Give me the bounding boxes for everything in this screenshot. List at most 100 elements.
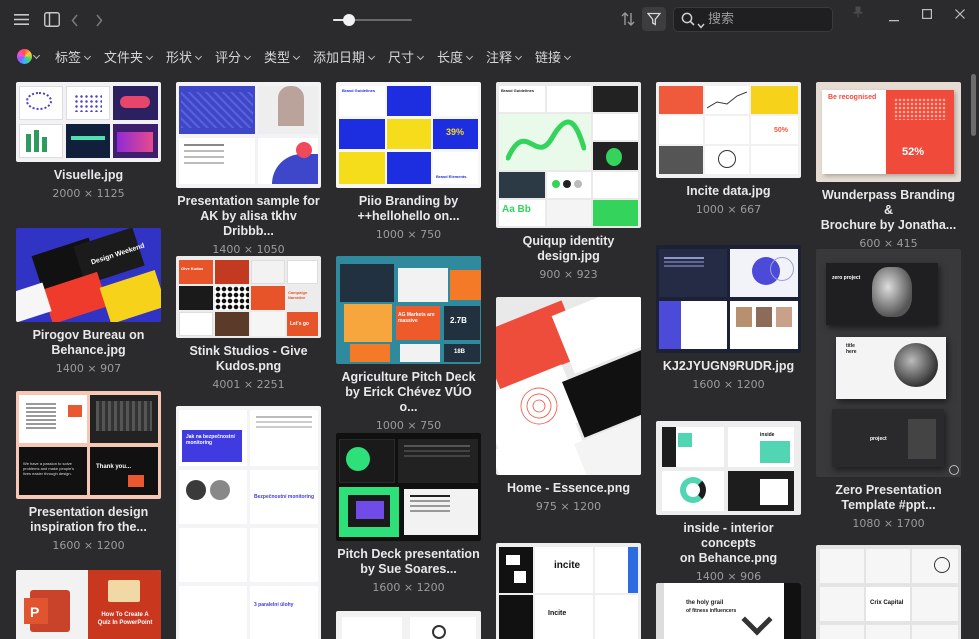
grid-item[interactable]: Design Weekend Pirogov Bureau on Behance.… [16,228,161,375]
pin-icon[interactable] [853,6,863,21]
grid-item[interactable] [336,611,481,639]
grid-item[interactable]: Pitch Deck presentation by Sue Soares... … [336,433,481,594]
grid-item[interactable]: inside inside - interior concepts on Beha… [656,421,801,583]
thumb-text: Brand Guidelines [342,88,376,93]
item-name: Visuelle.jpg [53,168,124,182]
thumb-text: incite [554,560,581,571]
grid-item[interactable]: P How To Create A Quiz In PowerPoint [16,570,161,639]
thumbnail: zero project title here project [816,249,961,477]
toolbar [0,0,979,40]
thumbnail: Crix Capital [816,545,961,639]
item-dimensions: 1600 × 1200 [52,539,125,552]
image-grid: Visuelle.jpg 2000 × 1125 Design Weekend … [0,70,967,639]
item-dimensions: 1400 × 1050 [212,243,285,256]
thumb-text: 3 paralelní úlohy [254,602,294,608]
filter-shape[interactable]: 形状 [166,47,203,66]
item-dimensions: 975 × 1200 [535,500,602,513]
hamburger-icon[interactable] [14,11,29,31]
maximize-icon[interactable] [922,7,933,22]
grid-item[interactable]: Crix Capital [816,545,961,639]
thumb-text: project [870,436,887,442]
filter-bar: 标签 文件夹 形状 评分 类型 添加日期 尺寸 长度 注释 链接 [0,43,979,69]
chevron-down-icon [83,52,92,61]
thumb-text: Incite [548,610,567,617]
zoom-slider[interactable] [333,14,412,26]
grid-item[interactable]: We have a passion to solve problems and … [16,391,161,552]
grid-item[interactable]: 50% Incite data.jpg 1000 × 667 [656,82,801,216]
filter-type[interactable]: 类型 [264,47,301,66]
chevron-left-icon[interactable] [71,12,79,32]
filter-label: 添加日期 [313,51,366,66]
grid-item[interactable]: KJ2JYUGN9RUDR.jpg 1600 × 1200 [656,245,801,391]
grid-item[interactable]: Brand Guidelines 39% Brand Elements Piio… [336,82,481,241]
search-options-chevron-icon[interactable] [697,16,705,34]
filter-label: 评分 [215,51,242,66]
thumb-text: Be recognised [828,94,877,101]
filter-button[interactable] [642,7,666,31]
grid-item[interactable]: Jak na bezpečnostní monitoring Bezpečnos… [176,406,321,639]
search-input[interactable] [708,11,826,28]
filter-rating[interactable]: 评分 [215,47,252,66]
grid-item[interactable]: zero project title here project Zero Pre… [816,249,961,530]
thumbnail: inside [656,421,801,515]
item-dimensions: 1400 × 907 [55,362,122,375]
filter-folder[interactable]: 文件夹 [104,47,154,66]
zoom-icon[interactable] [949,465,959,475]
grid-item[interactable]: Give Kudos Campaign Narrative Let's go S… [176,256,321,391]
thumbnail: We have a passion to solve problems and … [16,391,161,499]
grid-item[interactable]: incite Incite [496,543,641,639]
thumb-text: Brand Elements [436,174,467,179]
filter-size[interactable]: 尺寸 [388,47,425,66]
grid-item[interactable]: Visuelle.jpg 2000 × 1125 [16,82,161,200]
chevron-down-icon[interactable] [32,51,41,60]
search-box[interactable] [673,7,833,32]
filter-link[interactable]: 链接 [535,47,572,66]
filter-notes[interactable]: 注释 [486,47,523,66]
thumbnail: the holy grail of fitness influencers [656,583,801,639]
thumb-text: How To Create A [101,612,149,618]
thumb-text: Brand Guidelines [501,88,535,93]
thumbnail [16,82,161,162]
item-name: Pitch Deck presentation by Sue Soares... [337,547,480,576]
grid-item[interactable]: Brand Guidelines Aa Bb Quiqup identity de… [496,82,641,281]
chevron-down-icon [563,52,572,61]
item-name: Agriculture Pitch Deck by Erick Chévez VÚ… [341,370,476,414]
thumb-text: Give Kudos [181,266,204,271]
sort-icon[interactable] [621,11,635,32]
thumb-text: Crix Capital [870,600,904,606]
close-icon[interactable] [955,7,965,22]
item-dimensions: 2000 × 1125 [52,187,125,200]
thumbnail: incite Incite [496,543,641,639]
chevron-down-icon [194,52,203,61]
filter-length[interactable]: 长度 [437,47,474,66]
thumbnail: Jak na bezpečnostní monitoring Bezpečnos… [176,406,321,639]
thumb-text: Let's go [290,321,309,327]
zoom-slider-handle[interactable] [342,14,355,26]
search-icon [681,12,695,31]
thumb-text: title here [846,343,857,355]
filter-tags[interactable]: 标签 [55,47,92,66]
thumb-text: We have a passion to solve problems and … [23,461,75,476]
item-name: Presentation design inspiration fro the..… [28,505,149,534]
vertical-scrollbar[interactable] [969,70,977,639]
sidebar-toggle-icon[interactable] [44,12,60,32]
decorative-squiggle [506,119,586,161]
scrollbar-thumb[interactable] [971,74,976,136]
thumbnail: Design Weekend [16,228,161,322]
chevron-right-icon[interactable] [95,12,103,32]
minimize-icon[interactable] [889,10,899,25]
filter-date-added[interactable]: 添加日期 [313,47,376,66]
thumb-text: 39% [446,127,465,137]
color-wheel-icon[interactable] [17,49,32,64]
filter-label: 链接 [535,51,562,66]
item-dimensions: 1400 × 906 [695,570,762,583]
grid-item[interactable]: Be recognised 52% Wunderpass Branding & B… [816,82,961,250]
item-name: Incite data.jpg [686,184,771,198]
grid-item[interactable]: Presentation sample for AK by alisa tkhv … [176,82,321,256]
grid-item[interactable]: Home - Essence.png 975 × 1200 [496,297,641,513]
filter-label: 类型 [264,51,291,66]
thumb-text: 18B [454,349,466,355]
grid-item[interactable]: the holy grail of fitness influencers [656,583,801,639]
item-name: Piio Branding by ++hellohello on... [357,194,460,223]
grid-item[interactable]: AG Markets are massive 2.7B 18B Agricult… [336,256,481,432]
